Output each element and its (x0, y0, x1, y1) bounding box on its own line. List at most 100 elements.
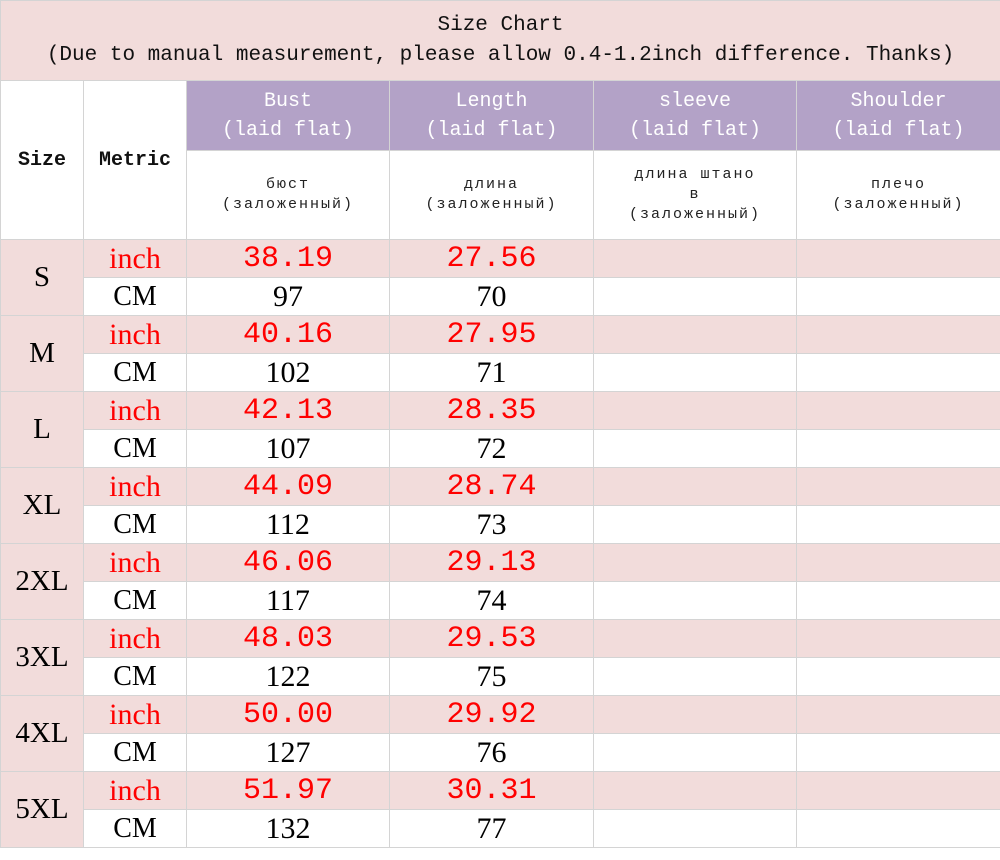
size-row-cm: CM 122 75 (1, 657, 1000, 696)
sleeve-value-inch (593, 315, 797, 354)
metric-label-cm: CM (83, 581, 187, 620)
size-chart-table: Size Chart (Due to manual measurement, p… (0, 0, 1000, 848)
size-label: L (0, 391, 84, 468)
shoulder-value-inch (795, 771, 1000, 810)
bust-value-inch: 48.03 (186, 619, 390, 658)
sleeve-header-sub: (laid flat) (628, 118, 762, 142)
shoulder-value-cm (795, 505, 1000, 544)
length-value-inch: 29.53 (389, 619, 594, 658)
size-label: XL (0, 467, 84, 544)
metric-label-cm: CM (83, 505, 187, 544)
bust-value-inch: 46.06 (186, 543, 390, 582)
size-label: M (0, 315, 84, 392)
sleeve-value-cm (593, 429, 797, 468)
sleeve-header-name: sleeve (658, 89, 731, 113)
shoulder-value-inch (795, 619, 1000, 658)
shoulder-header: Shoulder (laid flat) (795, 80, 1000, 151)
shoulder-value-cm (795, 277, 1000, 316)
shoulder-value-cm (795, 429, 1000, 468)
length-value-cm: 76 (389, 733, 594, 772)
length-value-inch: 29.13 (389, 543, 594, 582)
sleeve-value-cm (593, 581, 797, 620)
length-header-ru-name: длина (463, 176, 519, 193)
sleeve-value-inch (593, 695, 797, 734)
sleeve-value-inch (593, 619, 797, 658)
sleeve-value-inch (593, 543, 797, 582)
metric-label-cm: CM (83, 429, 187, 468)
shoulder-header-ru-name: плечо (871, 176, 927, 193)
sleeve-value-cm (593, 733, 797, 772)
length-header: Length (laid flat) (389, 80, 594, 151)
size-row-inch: Minch 40.16 27.95 (0, 315, 1000, 392)
size-row-inch: 4XL inch 50.00 29.92 (0, 695, 1000, 772)
size-row-inch: 5XL inch 51.97 30.31 (0, 771, 1000, 848)
metric-label-inch: inch (83, 695, 187, 734)
size-row-cm: CM 127 76 (1, 733, 1000, 772)
size-row-cm: CM 112 73 (1, 505, 1000, 544)
length-value-cm: 77 (389, 809, 594, 848)
sleeve-header: sleeve (laid flat) (593, 80, 797, 151)
chart-note: (Due to manual measurement, please allow… (46, 43, 955, 67)
size-row-inch: Linch 42.13 28.35 (0, 391, 1000, 468)
size-row-inch: XL inch 44.09 28.74 (0, 467, 1000, 544)
length-value-inch: 28.74 (389, 467, 594, 506)
length-value-inch: 27.95 (389, 315, 594, 354)
sleeve-value-cm (593, 277, 797, 316)
shoulder-value-inch (795, 695, 1000, 734)
shoulder-header-name: Shoulder (850, 89, 947, 113)
shoulder-value-inch (795, 467, 1000, 506)
bust-value-inch: 38.19 (186, 239, 390, 278)
size-row-inch: Sinch 38.19 27.56 (0, 239, 1000, 316)
bust-value-inch: 40.16 (186, 315, 390, 354)
size-row-cm: CM 132 77 (1, 809, 1000, 848)
chart-title-cell: Size Chart (Due to manual measurement, p… (0, 0, 1000, 81)
sleeve-header-ru: длина штано в (заложенный) (593, 150, 797, 240)
size-row-inch: 3XL inch 48.03 29.53 (0, 619, 1000, 696)
shoulder-value-cm (795, 657, 1000, 696)
shoulder-header-sub: (laid flat) (832, 118, 965, 142)
sleeve-value-cm (593, 505, 797, 544)
sleeve-value-cm (593, 353, 797, 392)
size-header: Size (0, 80, 84, 240)
metric-label-cm: CM (83, 657, 187, 696)
length-value-cm: 71 (389, 353, 594, 392)
shoulder-value-cm (795, 353, 1000, 392)
bust-header-ru: бюст (заложенный) (186, 150, 390, 240)
sleeve-value-cm (593, 809, 797, 848)
length-value-cm: 75 (389, 657, 594, 696)
size-row-cm: CM 107 72 (1, 429, 1000, 468)
bust-value-cm: 97 (186, 277, 390, 316)
length-value-cm: 74 (389, 581, 594, 620)
metric-header: Metric (83, 80, 187, 240)
shoulder-value-cm (795, 581, 1000, 620)
length-value-inch: 30.31 (389, 771, 594, 810)
shoulder-value-cm (795, 809, 1000, 848)
metric-label-inch: inch (83, 543, 187, 582)
length-header-name: Length (455, 89, 528, 113)
shoulder-header-ru-sub: (заложенный) (832, 196, 965, 213)
bust-header-ru-sub: (заложенный) (221, 196, 355, 213)
length-value-inch: 28.35 (389, 391, 594, 430)
bust-value-cm: 132 (186, 809, 390, 848)
chart-title: Size Chart (437, 13, 564, 37)
bust-value-inch: 50.00 (186, 695, 390, 734)
bust-value-cm: 127 (186, 733, 390, 772)
metric-label-inch: inch (83, 239, 187, 278)
sleeve-value-inch (593, 771, 797, 810)
size-row-cm: CM 117 74 (1, 581, 1000, 620)
bust-value-inch: 42.13 (186, 391, 390, 430)
shoulder-value-inch (795, 315, 1000, 354)
bust-header-sub: (laid flat) (221, 118, 355, 142)
metric-label-cm: CM (83, 277, 187, 316)
bust-header-name: Bust (263, 89, 312, 113)
length-value-inch: 29.92 (389, 695, 594, 734)
size-label: 2XL (0, 543, 84, 620)
size-label: 5XL (0, 771, 84, 848)
bust-value-cm: 102 (186, 353, 390, 392)
length-value-cm: 70 (389, 277, 594, 316)
bust-value-cm: 112 (186, 505, 390, 544)
sleeve-header-ru-name: длина штано (634, 166, 756, 183)
shoulder-value-inch (795, 543, 1000, 582)
sleeve-value-inch (593, 239, 797, 278)
bust-value-cm: 107 (186, 429, 390, 468)
